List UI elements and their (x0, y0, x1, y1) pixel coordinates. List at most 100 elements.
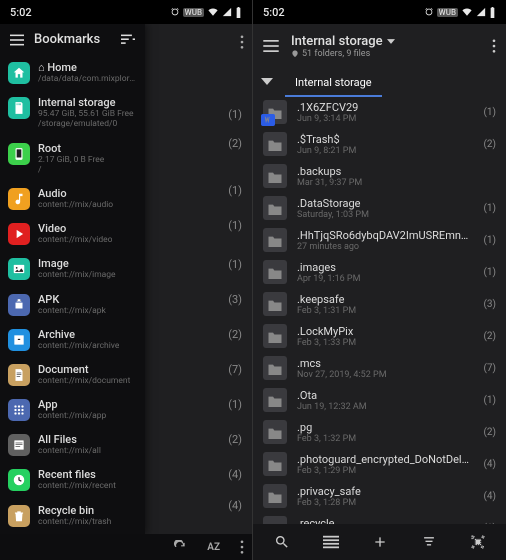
select-button[interactable] (465, 529, 491, 555)
file-row[interactable]: .OtaJun 19, 12:32 AM (1) (253, 384, 506, 416)
file-row[interactable]: .mcsNov 27, 2019, 4:52 PM (7) (253, 352, 506, 384)
alarm-icon (424, 7, 434, 17)
apps-icon (8, 399, 30, 421)
file-count: (1) (483, 235, 496, 246)
file-count: (7) (483, 363, 496, 374)
status-bar-right: 5:02 WUB (253, 0, 506, 24)
word-badge-icon (261, 114, 275, 126)
file-name: .DataStorage (297, 197, 473, 210)
folder-icon (263, 452, 287, 476)
drawer-item-title: Video (38, 222, 112, 235)
app-toolbar: Internal storage 51 folders, 9 files (253, 24, 506, 68)
drawer-item[interactable]: APKcontent://mix/apk (0, 287, 145, 322)
file-count: (1) (483, 203, 496, 214)
drawer-item-title: Document (38, 363, 130, 376)
bottom-bar-right (253, 524, 506, 560)
drawer-item[interactable]: ⌂ Home/data/data/com.mixplorer/home (0, 55, 145, 90)
drawer-item[interactable]: Appcontent://mix/app (0, 392, 145, 427)
folder-icon (263, 100, 287, 124)
doc-icon (8, 364, 30, 386)
file-name: .$Trash$ (297, 133, 473, 146)
file-date: Feb 3, 1:31 PM (297, 306, 473, 316)
folder-icon (263, 164, 287, 188)
drawer-item[interactable]: Archivecontent://mix/archive (0, 322, 145, 357)
file-date: Jun 9, 3:14 PM (297, 114, 473, 124)
file-row[interactable]: .keepsafeFeb 3, 1:31 PM (3) (253, 288, 506, 320)
file-row[interactable]: .pgFeb 3, 1:32 PM (2) (253, 416, 506, 448)
folder-icon (263, 324, 287, 348)
more-bottom-icon[interactable] (240, 540, 244, 554)
recent-icon (8, 469, 30, 491)
add-button[interactable] (367, 529, 393, 555)
bookmarks-drawer: Bookmarks ⌂ Home/data/data/com.mixplorer… (0, 24, 145, 534)
file-row[interactable]: .$Trash$Jun 9, 8:21 PM (2) (253, 128, 506, 160)
file-name: .photoguard_encrypted_DoNotDelete (297, 453, 473, 466)
more-icon[interactable] (240, 35, 244, 49)
drawer-item-sub: content://mix/video (38, 235, 112, 245)
file-date: Feb 3, 1:28 PM (297, 498, 473, 508)
tab-bar: Internal storage (253, 68, 506, 96)
drawer-item[interactable]: Root2.17 GiB, 0 B Free/ (0, 136, 145, 181)
hamburger-icon[interactable] (263, 40, 279, 52)
file-list[interactable]: .1X6ZFCV29Jun 9, 3:14 PM (1) .$Trash$Jun… (253, 96, 506, 524)
file-date: Jun 9, 8:21 PM (297, 146, 473, 156)
file-count: (4) (483, 491, 496, 502)
file-date: Mar 31, 9:37 PM (297, 178, 486, 188)
drawer-item-title: Recent files (38, 468, 116, 481)
trash-icon (8, 505, 30, 527)
drawer-item-title: Root (38, 142, 104, 155)
search-button[interactable] (269, 529, 295, 555)
signal-icon (476, 7, 486, 17)
drawer-item-sub: content://mix/recent (38, 481, 116, 491)
file-name: .backups (297, 165, 486, 178)
drawer-item[interactable]: Imagecontent://mix/image (0, 251, 145, 286)
phone-icon (8, 143, 30, 165)
drawer-item[interactable]: Recent filescontent://mix/recent (0, 462, 145, 497)
file-row[interactable]: .imagesApr 19, 1:16 PM (1) (253, 256, 506, 288)
drawer-item-sub: / (38, 165, 104, 175)
drawer-item[interactable]: Videocontent://mix/video (0, 216, 145, 251)
tab-internal-storage[interactable]: Internal storage (285, 71, 382, 94)
drawer-item[interactable]: Recycle bincontent://mix/trash (0, 498, 145, 533)
drawer-item[interactable]: Audiocontent://mix/audio (0, 181, 145, 216)
battery-icon (235, 7, 242, 18)
drawer-item-title: ⌂ Home (38, 61, 137, 74)
drawer-item[interactable]: Documentcontent://mix/document (0, 357, 145, 392)
drawer-item[interactable]: All Filescontent://mix/all (0, 427, 145, 462)
file-row[interactable]: .recycleApr 24, 5:49 PM (1) (253, 512, 506, 524)
file-count: (4) (483, 459, 496, 470)
status-bar-left: 5:02 WUB (0, 0, 252, 24)
file-row[interactable]: .DataStorageSaturday, 1:03 PM (1) (253, 192, 506, 224)
drawer-item-sub: content://mix/app (38, 411, 106, 421)
file-row[interactable]: .privacy_safeFeb 3, 1:28 PM (4) (253, 480, 506, 512)
home-icon (8, 62, 30, 84)
clock: 5:02 (10, 6, 32, 19)
wub-badge: WUB (437, 8, 458, 17)
file-count: (2) (483, 427, 496, 438)
folder-icon (263, 420, 287, 444)
view-button[interactable] (318, 529, 344, 555)
file-date: Feb 3, 1:33 PM (297, 338, 473, 348)
file-row[interactable]: .HhTjqSRo6dybqDAV2ImUSREmnZU=27 minutes … (253, 224, 506, 256)
chevron-down-icon[interactable] (261, 78, 273, 86)
menu-icon[interactable] (10, 34, 24, 46)
filter-icon[interactable] (121, 34, 135, 46)
drawer-item[interactable]: Internal storage95.47 GiB, 55.61 GiB Fre… (0, 90, 145, 135)
file-row[interactable]: .LockMyPixFeb 3, 1:33 PM (2) (253, 320, 506, 352)
file-row[interactable]: .photoguard_encrypted_DoNotDeleteFeb 3, … (253, 448, 506, 480)
file-name: .mcs (297, 357, 473, 370)
folder-icon (263, 516, 287, 524)
file-row[interactable]: .1X6ZFCV29Jun 9, 3:14 PM (1) (253, 96, 506, 128)
sort-button[interactable] (416, 529, 442, 555)
refresh-icon[interactable] (173, 540, 187, 554)
toolbar-title-block[interactable]: Internal storage 51 folders, 9 files (291, 34, 395, 59)
file-row[interactable]: .backupsMar 31, 9:37 PM (253, 160, 506, 192)
drawer-item-title: Internal storage (38, 96, 134, 109)
drawer-item-sub: content://mix/all (38, 446, 101, 456)
file-name: .pg (297, 421, 473, 434)
sort-az[interactable]: AZ (207, 542, 220, 553)
alarm-icon (170, 7, 180, 17)
more-icon[interactable] (492, 39, 496, 53)
file-count: (1) (483, 107, 496, 118)
wub-badge: WUB (183, 8, 204, 17)
